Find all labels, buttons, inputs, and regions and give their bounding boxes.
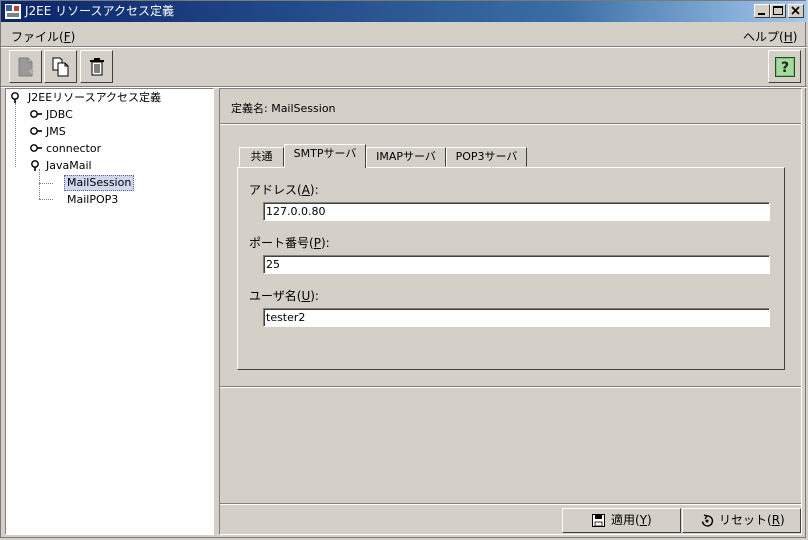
maximize-icon: [773, 6, 783, 15]
new-document-icon: [18, 57, 34, 77]
tab-pop3[interactable]: POP3サーバ: [446, 147, 527, 167]
menu-bar: ファイル(F) ヘルプ(H): [1, 24, 807, 46]
reset-icon: [701, 514, 714, 527]
delete-button[interactable]: [80, 50, 113, 83]
maximize-button[interactable]: [770, 4, 786, 18]
definition-name: 定義名: MailSession: [231, 102, 336, 115]
apply-button[interactable]: 適用(Y): [562, 508, 681, 533]
address-input[interactable]: 127.0.0.80: [263, 202, 770, 221]
tab-imap[interactable]: IMAPサーバ: [366, 147, 446, 167]
copy-button[interactable]: [44, 50, 77, 83]
tree-collapsed-icon: [30, 110, 42, 118]
help-button[interactable]: ?: [768, 50, 801, 83]
user-input[interactable]: tester2: [263, 308, 770, 327]
tree-collapsed-icon: [30, 144, 42, 152]
window-title: J2EE リソースアクセス定義: [25, 4, 174, 18]
close-button[interactable]: [788, 4, 804, 18]
user-label: ユーザ名(U):: [249, 289, 319, 303]
tree-expanded-icon: [11, 92, 19, 103]
form-separator: [220, 386, 801, 388]
tab-common[interactable]: 共通: [239, 147, 284, 167]
save-icon: [592, 514, 605, 527]
tree-leaf-mailsession[interactable]: MailSession: [64, 175, 135, 191]
address-label: アドレス(A):: [249, 183, 319, 197]
definition-value: MailSession: [271, 102, 336, 115]
close-icon: [791, 6, 800, 15]
port-input[interactable]: 25: [263, 255, 770, 274]
apply-button-label: 適用(Y): [611, 513, 652, 527]
svg-text:?: ?: [781, 60, 789, 76]
copy-icon: [52, 57, 69, 77]
menu-file[interactable]: ファイル(F): [11, 28, 75, 45]
menu-help[interactable]: ヘルプ(H): [743, 28, 797, 45]
resource-tree[interactable]: J2EEリソースアクセス定義 JDBC JMS connector JavaMa…: [5, 88, 214, 535]
menu-separator: [1, 46, 807, 48]
title-bar[interactable]: J2EE リソースアクセス定義: [1, 1, 807, 22]
help-icon: ?: [775, 57, 795, 77]
tab-smtp[interactable]: SMTPサーバ: [284, 144, 366, 168]
minimize-icon: [758, 13, 765, 15]
definition-separator: [220, 123, 801, 125]
trash-icon: [90, 58, 104, 76]
tree-expanded-icon: [31, 160, 39, 171]
app-icon: [5, 4, 21, 19]
tree-leaf-mailpop3[interactable]: MailPOP3: [65, 193, 120, 207]
reset-button-label: リセット(R): [719, 513, 785, 527]
button-separator: [220, 503, 801, 505]
minimize-button[interactable]: [754, 4, 770, 18]
port-label: ポート番号(P):: [249, 236, 330, 250]
new-button[interactable]: [9, 50, 42, 83]
app-window: J2EE リソースアクセス定義 ファイル(F) ヘルプ(H) ? J2EEリソー…: [0, 0, 807, 538]
tree-collapsed-icon: [30, 127, 42, 135]
reset-button[interactable]: リセット(R): [682, 508, 801, 533]
